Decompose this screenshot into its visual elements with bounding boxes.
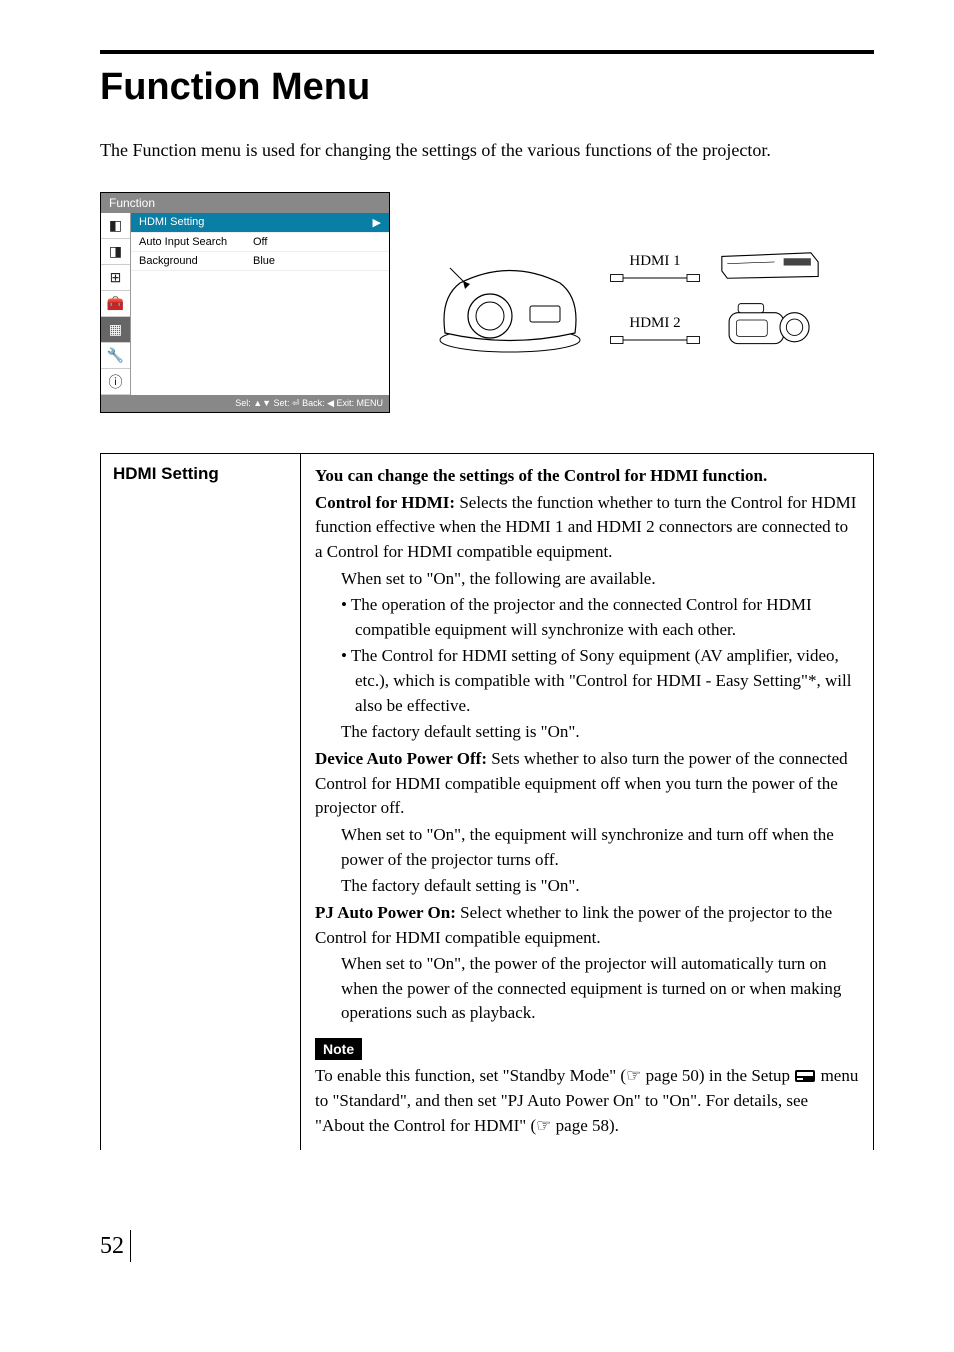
page-number: 52 — [100, 1230, 874, 1262]
camcorder-icon — [720, 300, 820, 355]
bd-player-icon — [720, 251, 820, 280]
osd-row-label: Auto Input Search — [139, 236, 253, 248]
note-ref2: page 58). — [551, 1116, 619, 1135]
note-ref1: page 50) in the Setup — [641, 1066, 794, 1085]
spec-note-body: To enable this function, set "Standby Mo… — [315, 1064, 859, 1138]
osd-sidebar-icon: ◧ — [101, 213, 130, 239]
hdmi-cable-icon — [610, 270, 700, 286]
spec-key: HDMI Setting — [101, 454, 301, 1150]
spec-lead: You can change the settings of the Contr… — [315, 464, 859, 489]
spec-pjapo-label: PJ Auto Power On: — [315, 903, 456, 922]
note-tag: Note — [315, 1038, 362, 1060]
osd-menu-footer: Sel: ▲▼ Set: ⏎ Back: ◀ Exit: MENU — [101, 395, 389, 412]
osd-sidebar-icon: ⓘ — [101, 369, 130, 395]
osd-menu-title: Function — [101, 193, 389, 213]
spec-cfh: Control for HDMI: Selects the function w… — [315, 491, 859, 565]
intro-text: The Function menu is used for changing t… — [100, 137, 874, 164]
spec-cfh-on: When set to "On", the following are avai… — [341, 567, 859, 592]
hdmi1-label-block: HDMI 1 — [610, 253, 700, 291]
spec-dapo-label: Device Auto Power Off: — [315, 749, 487, 768]
spec-cfh-default: The factory default setting is "On". — [341, 720, 859, 745]
page-number-value: 52 — [100, 1233, 124, 1260]
osd-row-value: Off — [253, 236, 367, 248]
osd-row-label: Background — [139, 255, 253, 267]
osd-row-arrow — [367, 236, 381, 248]
spec-pjapo: PJ Auto Power On: Select whether to link… — [315, 901, 859, 950]
osd-menu-sidebar: ◧ ◨ ⊞ 🧰 ▦ 🔧 ⓘ — [101, 213, 131, 395]
projector-icon — [430, 248, 590, 358]
page-title: Function Menu — [100, 66, 874, 109]
hdmi2-label-block: HDMI 2 — [610, 315, 700, 353]
spec-dapo-default: The factory default setting is "On". — [341, 874, 859, 899]
note-pre: To enable this function, set "Standby Mo… — [315, 1066, 626, 1085]
osd-menu-rows: HDMI Setting ▶ Auto Input Search Off Bac… — [131, 213, 389, 395]
spec-pjapo-on: When set to "On", the power of the proje… — [341, 952, 859, 1026]
osd-menu: Function ◧ ◨ ⊞ 🧰 ▦ 🔧 ⓘ HDMI Setting ▶ Au… — [100, 192, 390, 413]
osd-row-label: HDMI Setting — [139, 216, 253, 229]
osd-sidebar-icon: 🧰 — [101, 291, 130, 317]
spec-cfh-bullet2: • The Control for HDMI setting of Sony e… — [355, 644, 859, 718]
osd-sidebar-icon-active: ▦ — [101, 317, 130, 343]
spec-table: HDMI Setting You can change the settings… — [100, 453, 874, 1150]
pointer-icon: ☞ — [626, 1066, 641, 1085]
osd-row-value: Blue — [253, 255, 367, 267]
osd-sidebar-icon: ◨ — [101, 239, 130, 265]
spec-cfh-label: Control for HDMI: — [315, 493, 455, 512]
hdmi-cable-icon — [610, 332, 700, 348]
connection-diagram: HDMI 1 HDMI 2 — [430, 248, 874, 358]
top-rule — [100, 50, 874, 54]
osd-row-background: Background Blue — [131, 252, 389, 271]
page-number-bar — [130, 1230, 131, 1262]
osd-sidebar-icon: 🔧 — [101, 343, 130, 369]
chevron-right-icon: ▶ — [367, 216, 381, 229]
spec-value: You can change the settings of the Contr… — [301, 454, 873, 1150]
pointer-icon: ☞ — [536, 1116, 551, 1135]
osd-row-auto-input-search: Auto Input Search Off — [131, 233, 389, 252]
hdmi2-label: HDMI 2 — [610, 315, 700, 332]
spec-cfh-bullet1: • The operation of the projector and the… — [355, 593, 859, 642]
spec-dapo: Device Auto Power Off: Sets whether to a… — [315, 747, 859, 821]
osd-sidebar-icon: ⊞ — [101, 265, 130, 291]
osd-row-arrow — [367, 255, 381, 267]
osd-row-hdmi-setting: HDMI Setting ▶ — [131, 213, 389, 233]
spec-row-hdmi-setting: HDMI Setting You can change the settings… — [101, 454, 873, 1150]
spec-dapo-on: When set to "On", the equipment will syn… — [341, 823, 859, 872]
hdmi1-label: HDMI 1 — [610, 253, 700, 270]
figures-row: Function ◧ ◨ ⊞ 🧰 ▦ 🔧 ⓘ HDMI Setting ▶ Au… — [100, 192, 874, 413]
osd-row-value — [253, 216, 367, 229]
setup-icon — [794, 1069, 816, 1083]
